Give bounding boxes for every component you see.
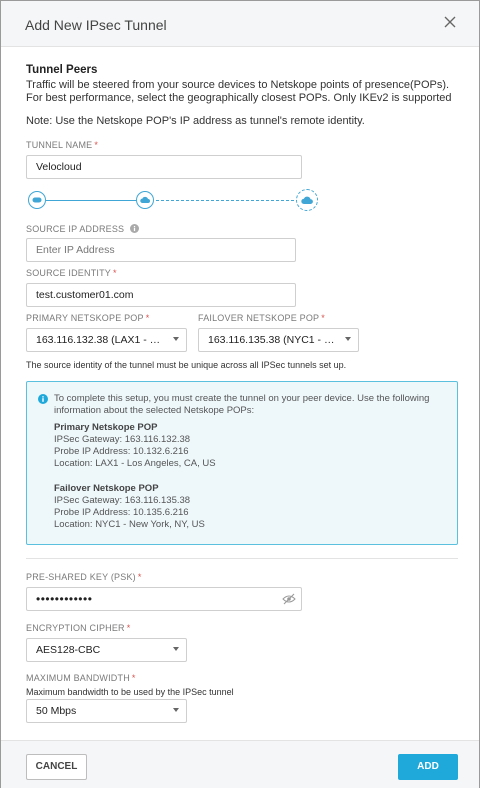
cipher-value: AES128-CBC	[26, 638, 187, 662]
primary-pop-select[interactable]: 163.116.132.38 (LAX1 - Los Angeles, CA, …	[26, 328, 187, 352]
bandwidth-helper: Maximum bandwidth to be used by the IPSe…	[26, 687, 234, 697]
primary-pop-step	[136, 191, 154, 209]
cloud-icon	[301, 196, 313, 205]
source-identity-input[interactable]: test.customer01.com	[26, 283, 296, 307]
failover-pop-label: FAILOVER NETSKOPE POP *	[198, 313, 325, 323]
primary-pop-location: Location: LAX1 - Los Angeles, CA, US	[54, 458, 216, 469]
primary-pop-gateway: IPSec Gateway: 163.116.132.38	[54, 434, 191, 445]
pop-info-box: To complete this setup, you must create …	[26, 381, 458, 545]
dialog-header: Add New IPsec Tunnel	[1, 1, 479, 47]
psk-input[interactable]: ••••••••••••	[26, 587, 302, 611]
failover-pop-select[interactable]: 163.116.135.38 (NYC1 - New York, NY, US)	[198, 328, 359, 352]
uniqueness-note: The source identity of the tunnel must b…	[26, 360, 347, 370]
dialog-footer: CANCEL ADD	[1, 740, 479, 788]
bandwidth-value: 50 Mbps	[26, 699, 187, 723]
add-button[interactable]: ADD	[398, 754, 458, 780]
failover-pop-value: 163.116.135.38 (NYC1 - New York, NY, US)	[198, 328, 359, 352]
source-ip-input[interactable]: Enter IP Address	[26, 238, 296, 262]
info-intro: To complete this setup, you must create …	[54, 393, 430, 416]
chevron-down-icon	[345, 337, 351, 341]
primary-pop-label: PRIMARY NETSKOPE POP *	[26, 313, 150, 323]
chevron-down-icon	[173, 647, 179, 651]
failover-pop-gateway: IPSec Gateway: 163.116.135.38	[54, 495, 191, 506]
add-ipsec-tunnel-dialog: Add New IPsec Tunnel Tunnel Peers Traffi…	[0, 0, 480, 788]
primary-pop-probe: Probe IP Address: 10.132.6.216	[54, 446, 189, 457]
info-icon[interactable]	[129, 224, 139, 233]
failover-pop-probe: Probe IP Address: 10.135.6.216	[54, 507, 189, 518]
primary-pop-value: 163.116.132.38 (LAX1 - Los Angeles, CA, …	[26, 328, 187, 352]
psk-label: PRE-SHARED KEY (PSK) *	[26, 572, 142, 582]
dialog-title: Add New IPsec Tunnel	[25, 17, 167, 33]
bandwidth-label: MAXIMUM BANDWIDTH *	[26, 673, 136, 683]
tunnel-peers-description: Traffic will be steered from your source…	[26, 79, 452, 104]
info-icon	[38, 394, 48, 404]
failover-pop-location: Location: NYC1 - New York, NY, US	[54, 519, 205, 530]
source-ip-label: SOURCE IP ADDRESS	[26, 224, 139, 234]
tunnel-name-label: TUNNEL NAME *	[26, 140, 99, 150]
tunnel-peers-heading: Tunnel Peers	[26, 64, 98, 76]
tunnel-name-input[interactable]: Velocloud	[26, 155, 302, 179]
cancel-button[interactable]: CANCEL	[26, 754, 87, 780]
psk-field[interactable]: ••••••••••••	[26, 587, 302, 611]
remote-identity-note: Note: Use the Netskope POP's IP address …	[26, 115, 365, 127]
section-divider	[26, 558, 458, 559]
cipher-select[interactable]: AES128-CBC	[26, 638, 187, 662]
eye-slash-icon[interactable]	[282, 593, 296, 605]
source-device-step	[28, 191, 46, 209]
chevron-down-icon	[173, 708, 179, 712]
cipher-label: ENCRYPTION CIPHER *	[26, 623, 131, 633]
primary-pop-info-heading: Primary Netskope POP	[54, 422, 158, 433]
close-icon[interactable]	[443, 15, 457, 29]
failover-pop-step	[296, 189, 318, 211]
cloud-icon	[140, 196, 150, 204]
tunnel-topology-diagram	[26, 187, 326, 213]
chevron-down-icon	[173, 337, 179, 341]
bandwidth-select[interactable]: 50 Mbps	[26, 699, 187, 723]
source-identity-label: SOURCE IDENTITY *	[26, 268, 117, 278]
failover-pop-info-heading: Failover Netskope POP	[54, 483, 159, 494]
device-icon	[32, 197, 42, 203]
